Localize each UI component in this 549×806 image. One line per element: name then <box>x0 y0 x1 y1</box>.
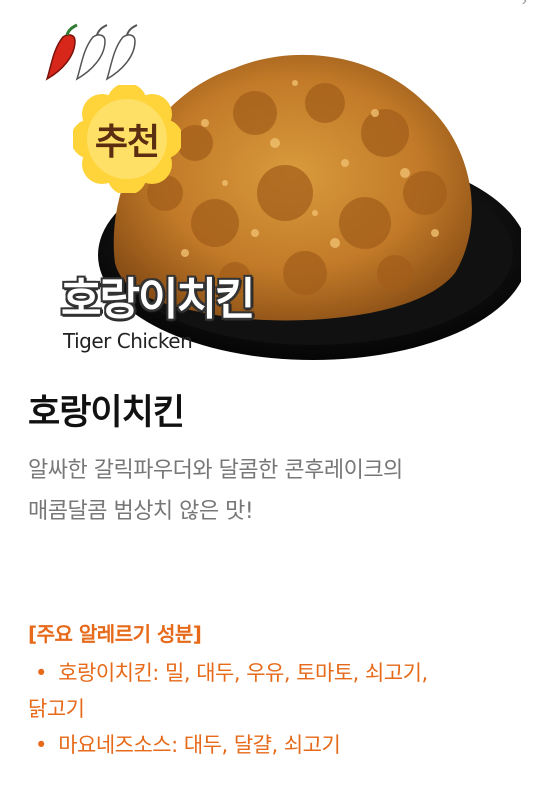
description-line: 알싸한 갈릭파우더와 달콤한 콘후레이크의 <box>28 458 403 483</box>
bullet-icon: • <box>35 733 47 757</box>
allergy-item-text: 호랑이치킨: 밀, 대두, 우유, 토마토, 쇠고기, <box>58 661 428 685</box>
allergy-info: [주요 알레르기 성분] • 호랑이치킨: 밀, 대두, 우유, 토마토, 쇠고… <box>28 618 538 763</box>
pepper-empty-icon <box>75 24 108 81</box>
menu-title: 호랑이치킨 <box>28 393 185 433</box>
product-image: 추천 호랑이치킨 Tiger Chicken <box>45 23 521 366</box>
hero-title-overlay: 호랑이치킨 <box>61 274 255 325</box>
menu-description: 알싸한 갈릭파우더와 달콤한 콘후레이크의 매콤달콤 범상치 않은 맛! <box>28 450 528 532</box>
bullet-icon: • <box>35 661 47 685</box>
allergy-item-text-cont: 닭고기 <box>28 697 85 721</box>
hero-subtitle-overlay: Tiger Chicken <box>63 329 193 353</box>
allergy-item-text: 마요네즈소스: 대두, 달걀, 쇠고기 <box>58 733 341 757</box>
pepper-icon <box>45 23 78 81</box>
recommend-badge: 추천 <box>73 85 181 193</box>
allergy-item: • 마요네즈소스: 대두, 달걀, 쇠고기 <box>28 727 538 763</box>
description-line: 매콤달콤 범상치 않은 맛! <box>28 499 254 524</box>
allergy-heading: [주요 알레르기 성분] <box>28 622 202 646</box>
chevron-right-icon[interactable]: › <box>522 0 527 10</box>
pepper-empty-icon <box>105 24 138 81</box>
spice-level-indicator <box>45 23 138 81</box>
allergy-item: • 호랑이치킨: 밀, 대두, 우유, 토마토, 쇠고기, 닭고기 <box>28 655 538 727</box>
badge-text: 추천 <box>94 122 160 163</box>
